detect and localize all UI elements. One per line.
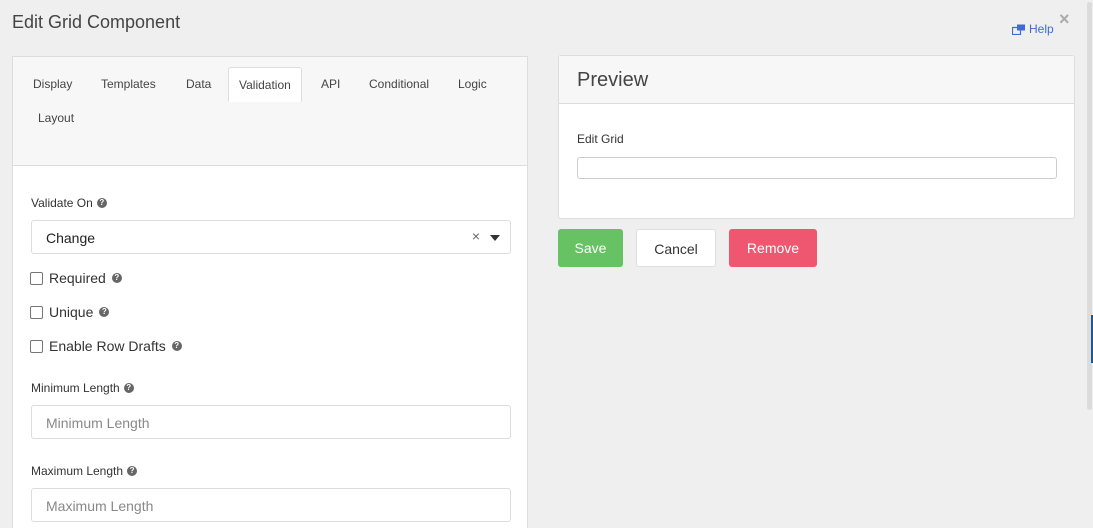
tab-logic[interactable]: Logic: [458, 67, 487, 101]
validate-on-value: Change: [46, 230, 96, 246]
external-window-icon: [1012, 24, 1025, 35]
enable-row-drafts-checkbox[interactable]: Enable Row Drafts ?: [30, 338, 182, 354]
clear-icon[interactable]: ×: [472, 228, 480, 244]
close-icon[interactable]: ×: [1059, 9, 1070, 30]
remove-button[interactable]: Remove: [729, 229, 817, 267]
checkbox-box[interactable]: [30, 271, 43, 285]
tab-display[interactable]: Display: [33, 67, 72, 101]
chevron-down-icon[interactable]: [490, 235, 500, 241]
validate-on-label: Validate On ?: [31, 196, 107, 210]
checkbox-box[interactable]: [30, 339, 43, 353]
tab-layout[interactable]: Layout: [38, 101, 74, 135]
minimum-length-label: Minimum Length ?: [31, 381, 134, 395]
preview-field-label: Edit Grid: [577, 132, 624, 146]
maximum-length-label: Maximum Length ?: [31, 464, 138, 478]
unique-checkbox[interactable]: Unique ?: [30, 304, 110, 320]
help-label: Help: [1029, 22, 1054, 36]
tab-conditional[interactable]: Conditional: [369, 67, 429, 101]
minimum-length-input[interactable]: Minimum Length: [31, 405, 511, 439]
modal-title: Edit Grid Component: [12, 12, 181, 32]
checkbox-box[interactable]: [30, 305, 43, 319]
tab-bar: Display Templates Data Validation API Co…: [13, 57, 527, 166]
help-tooltip-icon[interactable]: ?: [171, 341, 182, 351]
settings-panel: Display Templates Data Validation API Co…: [12, 56, 528, 528]
help-tooltip-icon[interactable]: ?: [111, 273, 122, 283]
required-checkbox[interactable]: Required ?: [30, 270, 122, 286]
tab-templates[interactable]: Templates: [101, 67, 156, 101]
help-link[interactable]: Help: [1012, 22, 1054, 36]
tab-validation[interactable]: Validation: [228, 67, 302, 102]
maximum-length-input[interactable]: Maximum Length: [31, 488, 511, 522]
save-button[interactable]: Save: [558, 229, 623, 267]
help-tooltip-icon[interactable]: ?: [96, 198, 107, 208]
tab-data[interactable]: Data: [186, 67, 211, 101]
tab-api[interactable]: API: [321, 67, 340, 101]
preview-edit-grid[interactable]: [577, 157, 1057, 179]
help-tooltip-icon[interactable]: ?: [99, 307, 110, 317]
validate-on-select[interactable]: Change ×: [31, 220, 511, 254]
preview-title: Preview: [577, 69, 649, 91]
preview-panel: Preview Edit Grid: [558, 55, 1075, 219]
help-tooltip-icon[interactable]: ?: [127, 466, 138, 476]
cancel-button[interactable]: Cancel: [636, 229, 716, 267]
help-tooltip-icon[interactable]: ?: [123, 383, 134, 393]
